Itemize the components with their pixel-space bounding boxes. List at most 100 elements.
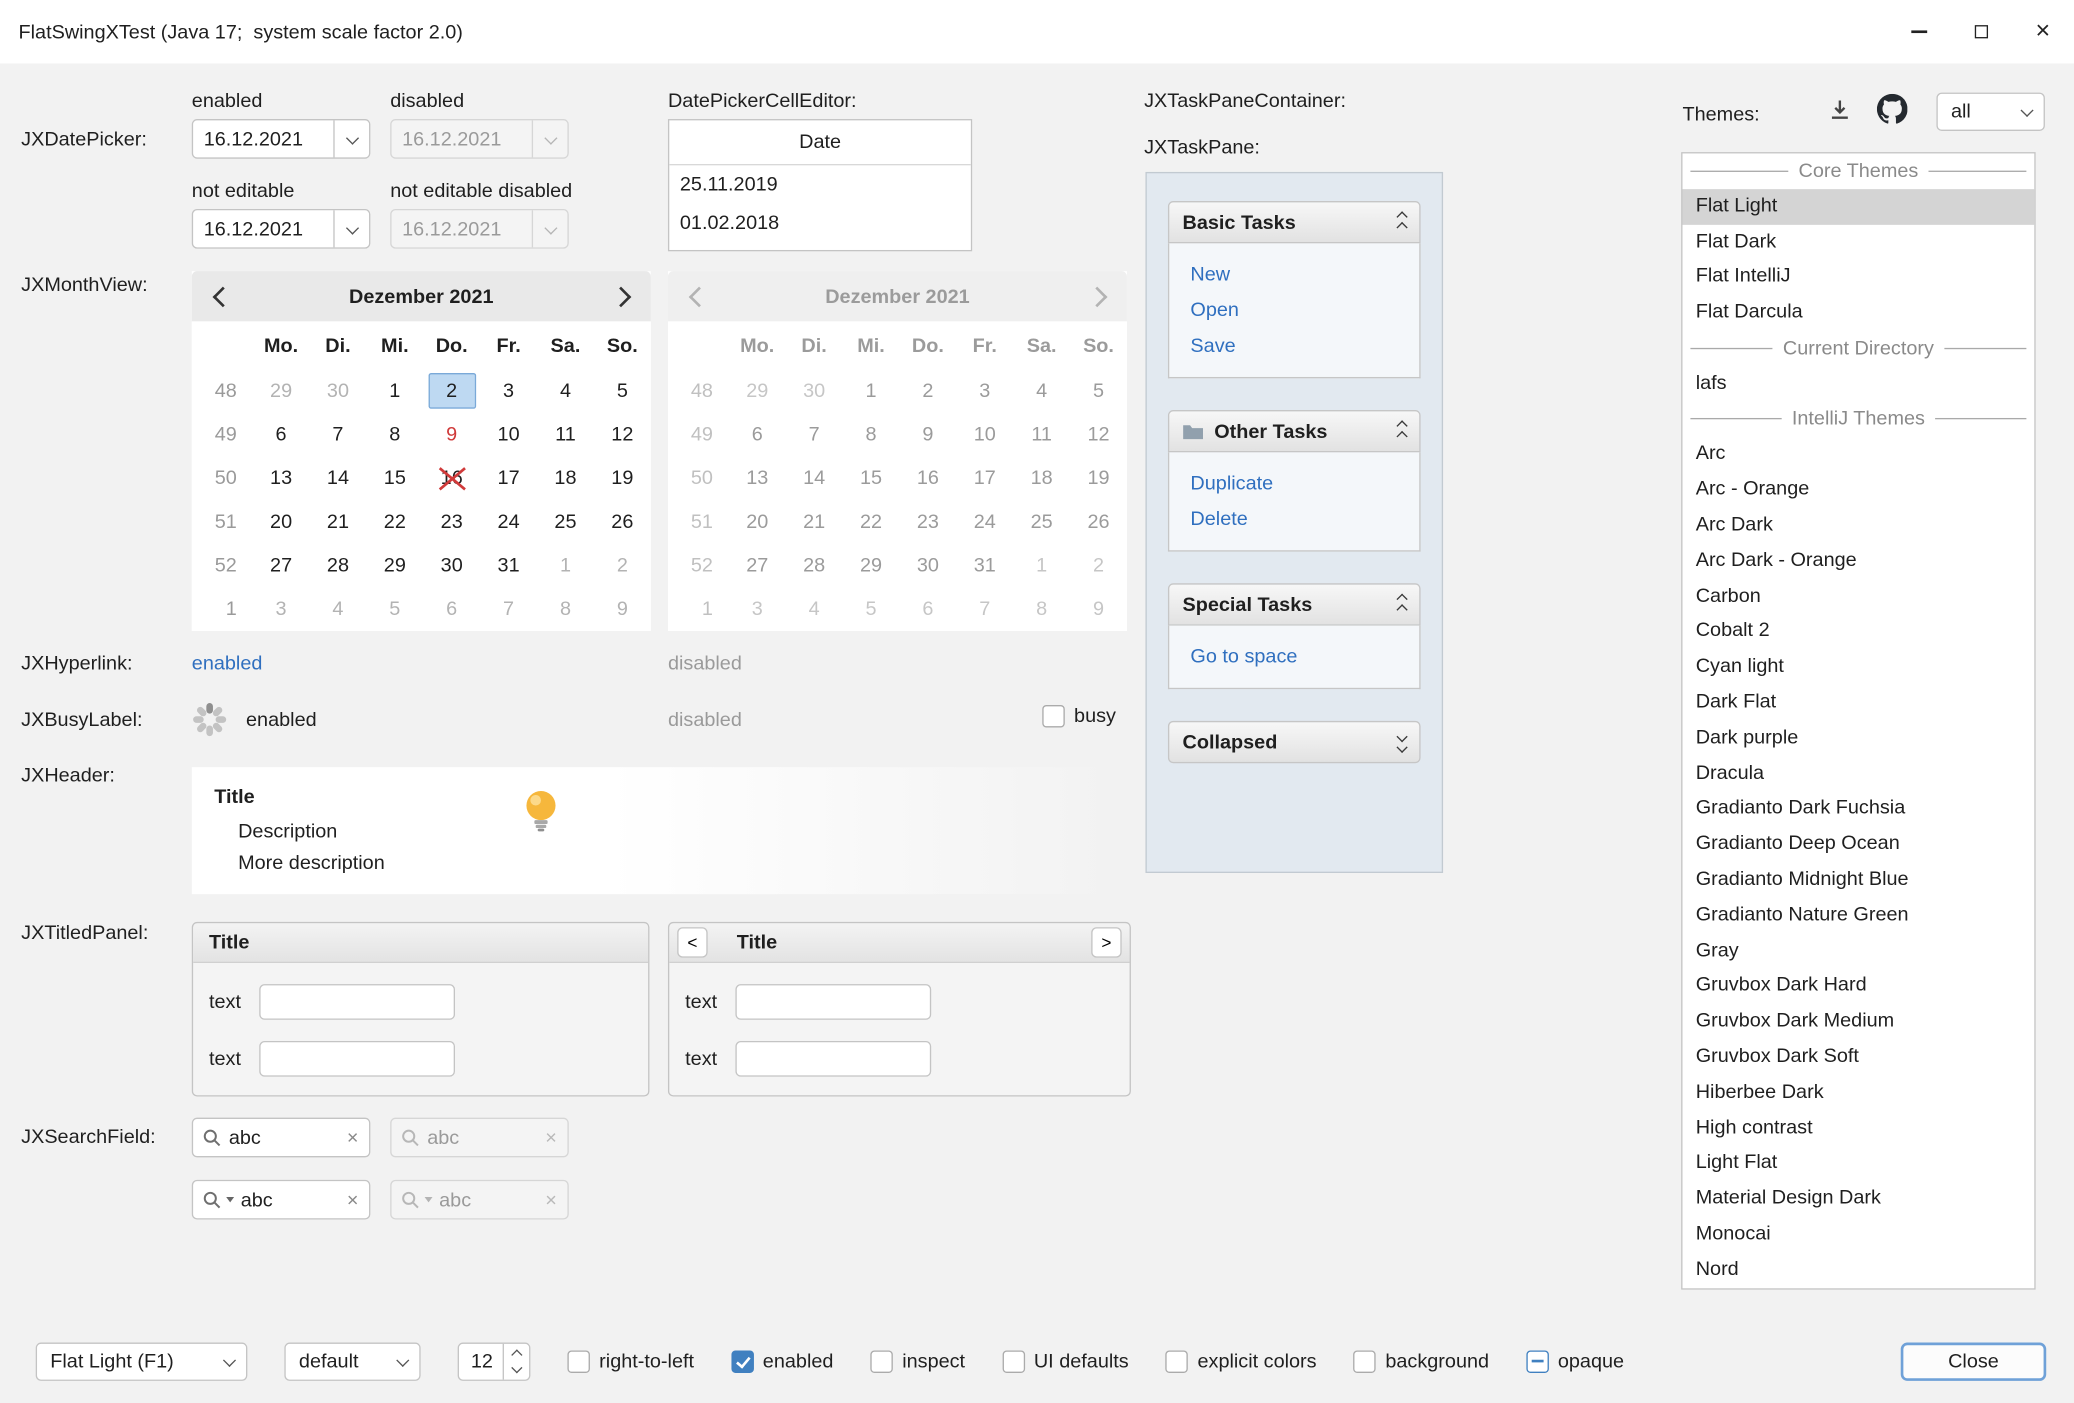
- datepicker-dropdown-button[interactable]: [333, 210, 369, 247]
- theme-item[interactable]: Gruvbox Dark Soft: [1682, 1040, 2034, 1075]
- day-cell[interactable]: 30: [423, 544, 480, 588]
- theme-item[interactable]: lafs: [1682, 366, 2034, 401]
- day-cell[interactable]: 1: [366, 369, 423, 413]
- collapse-icon[interactable]: [1398, 422, 1406, 440]
- theme-item[interactable]: Hiberbee Dark: [1682, 1075, 2034, 1110]
- day-cell[interactable]: 7: [310, 413, 367, 457]
- day-cell[interactable]: 13: [253, 456, 310, 500]
- theme-item[interactable]: Carbon: [1682, 579, 2034, 614]
- collapse-icon[interactable]: [1398, 596, 1406, 614]
- titled-panel-text-input[interactable]: [259, 984, 455, 1020]
- theme-item[interactable]: Nord: [1682, 1252, 2034, 1287]
- taskpane-header[interactable]: Other Tasks: [1168, 410, 1421, 452]
- theme-item[interactable]: Light Flat: [1682, 1146, 2034, 1181]
- searchfield-with-menu-enabled[interactable]: abc ×: [192, 1180, 371, 1220]
- theme-item[interactable]: Flat Darcula: [1682, 295, 2034, 330]
- day-cell[interactable]: 3: [480, 369, 537, 413]
- day-cell[interactable]: 23: [423, 500, 480, 544]
- theme-item[interactable]: Cyan light: [1682, 650, 2034, 685]
- day-cell[interactable]: 2: [423, 369, 480, 413]
- laf-combobox[interactable]: Flat Light (F1): [36, 1342, 248, 1380]
- theme-item[interactable]: Gradianto Nature Green: [1682, 898, 2034, 933]
- titled-panel-prev-button[interactable]: <: [677, 927, 707, 957]
- theme-item[interactable]: Gruvbox Dark Medium: [1682, 1004, 2034, 1039]
- checkbox-explicit-colors[interactable]: explicit colors: [1166, 1350, 1317, 1372]
- day-cell[interactable]: 11: [537, 413, 594, 457]
- font-size-spinner[interactable]: 12: [458, 1342, 531, 1380]
- datepicker-enabled[interactable]: 16.12.2021: [192, 119, 371, 159]
- maximize-button[interactable]: [1950, 0, 2012, 63]
- checkbox-enabled[interactable]: enabled: [731, 1350, 833, 1372]
- day-cell[interactable]: 29: [366, 544, 423, 588]
- table-row[interactable]: 01.02.2018: [669, 204, 971, 242]
- checkbox-box[interactable]: [1354, 1350, 1376, 1372]
- checkbox-opaque[interactable]: opaque: [1526, 1350, 1624, 1372]
- task-link[interactable]: Delete: [1169, 501, 1419, 537]
- theme-item[interactable]: Flat Dark: [1682, 224, 2034, 259]
- checkbox-right-to-left[interactable]: right-to-left: [567, 1350, 694, 1372]
- theme-list[interactable]: Core ThemesFlat LightFlat DarkFlat Intel…: [1681, 152, 2035, 1290]
- theme-item[interactable]: Flat Light: [1682, 189, 2034, 224]
- day-cell[interactable]: 22: [366, 500, 423, 544]
- task-link[interactable]: Go to space: [1169, 639, 1419, 675]
- day-cell[interactable]: 25: [537, 500, 594, 544]
- theme-item[interactable]: Arc Dark - Orange: [1682, 543, 2034, 578]
- day-cell[interactable]: 5: [594, 369, 651, 413]
- next-month-button[interactable]: [607, 271, 633, 321]
- day-cell[interactable]: 8: [366, 413, 423, 457]
- datepicker-cell-editor-table[interactable]: Date 25.11.201901.02.2018: [668, 119, 972, 251]
- theme-item[interactable]: Gradianto Deep Ocean: [1682, 827, 2034, 862]
- day-cell[interactable]: 4: [537, 369, 594, 413]
- theme-item[interactable]: Flat IntelliJ: [1682, 260, 2034, 295]
- searchfield-enabled[interactable]: abc ×: [192, 1118, 371, 1158]
- checkbox-inspect[interactable]: inspect: [870, 1350, 965, 1372]
- checkbox-box[interactable]: [567, 1350, 589, 1372]
- checkbox-box[interactable]: [1526, 1350, 1548, 1372]
- day-cell[interactable]: 4: [310, 587, 367, 631]
- day-cell[interactable]: 19: [594, 456, 651, 500]
- day-cell[interactable]: 17: [480, 456, 537, 500]
- close-button[interactable]: Close: [1901, 1342, 2046, 1380]
- day-cell[interactable]: 29: [253, 369, 310, 413]
- previous-month-button[interactable]: [209, 271, 235, 321]
- day-cell[interactable]: 31: [480, 544, 537, 588]
- day-cell[interactable]: 2: [594, 544, 651, 588]
- day-cell[interactable]: 30: [310, 369, 367, 413]
- download-icon[interactable]: [1827, 97, 1853, 123]
- theme-item[interactable]: Arc Dark: [1682, 508, 2034, 543]
- checkbox-box[interactable]: [1002, 1350, 1024, 1372]
- checkbox-background[interactable]: background: [1354, 1350, 1489, 1372]
- theme-item[interactable]: Dark Flat: [1682, 685, 2034, 720]
- day-cell[interactable]: 5: [366, 587, 423, 631]
- theme-item[interactable]: Arc: [1682, 437, 2034, 472]
- day-cell[interactable]: 15: [366, 456, 423, 500]
- task-link[interactable]: Duplicate: [1169, 466, 1419, 502]
- taskpane-header[interactable]: Collapsed: [1168, 721, 1421, 763]
- day-cell[interactable]: 9: [594, 587, 651, 631]
- day-cell[interactable]: 20: [253, 500, 310, 544]
- day-cell[interactable]: 6: [423, 587, 480, 631]
- checkbox-box[interactable]: [1042, 705, 1064, 727]
- theme-item[interactable]: Gradianto Dark Fuchsia: [1682, 791, 2034, 826]
- taskpane-header[interactable]: Basic Tasks: [1168, 201, 1421, 243]
- day-cell[interactable]: 26: [594, 500, 651, 544]
- collapse-icon[interactable]: [1398, 213, 1406, 231]
- datepicker-dropdown-button[interactable]: [333, 120, 369, 157]
- theme-item[interactable]: Monocai: [1682, 1217, 2034, 1252]
- day-cell[interactable]: 21: [310, 500, 367, 544]
- day-cell[interactable]: 9: [423, 413, 480, 457]
- table-row[interactable]: 25.11.2019: [669, 165, 971, 203]
- day-cell[interactable]: 24: [480, 500, 537, 544]
- theme-item[interactable]: Gruvbox Dark Hard: [1682, 969, 2034, 1004]
- theme-item[interactable]: Dark purple: [1682, 721, 2034, 756]
- clear-icon[interactable]: ×: [347, 1188, 359, 1210]
- close-window-button[interactable]: ×: [2012, 0, 2074, 63]
- day-cell[interactable]: 7: [480, 587, 537, 631]
- day-cell[interactable]: 28: [310, 544, 367, 588]
- hyperlink-enabled[interactable]: enabled: [192, 652, 263, 674]
- themes-filter-combobox[interactable]: all: [1936, 93, 2044, 131]
- table-column-header[interactable]: Date: [669, 120, 971, 165]
- theme-item[interactable]: High contrast: [1682, 1110, 2034, 1145]
- spinner-buttons[interactable]: [503, 1343, 529, 1379]
- day-cell[interactable]: 14: [310, 456, 367, 500]
